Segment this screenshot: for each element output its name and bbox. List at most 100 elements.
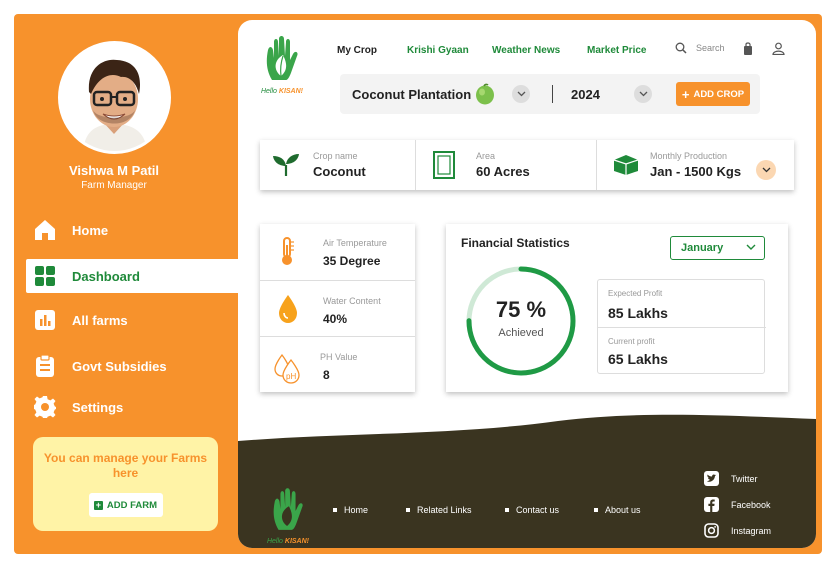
add-crop-button[interactable]: + ADD CROP	[676, 82, 750, 106]
social-facebook[interactable]: Facebook	[704, 497, 771, 512]
crop-name-value: Coconut	[313, 164, 366, 179]
ph-drops-icon: pH	[274, 353, 300, 384]
crop-selector-bar: Coconut Plantation 2024 + ADD CROP	[340, 74, 760, 114]
financial-statistics-title: Financial Statistics	[461, 236, 570, 250]
financial-statistics-card: Financial Statistics January 75 % Achiev…	[446, 224, 788, 392]
add-crop-label: ADD CROP	[693, 88, 745, 100]
bar-chart-icon	[32, 307, 58, 333]
monthly-production-section: Monthly Production Jan - 1500 Kgs	[597, 140, 794, 190]
plus-icon: +	[93, 499, 103, 510]
avatar[interactable]	[58, 41, 171, 154]
air-temperature-label: Air Temperature	[323, 238, 387, 248]
user-icon[interactable]	[772, 42, 785, 60]
water-content-value: 40%	[323, 312, 348, 326]
home-icon	[32, 217, 58, 243]
social-twitter[interactable]: Twitter	[704, 471, 758, 486]
footer-link-contact-us[interactable]: Contact us	[505, 505, 559, 515]
crop-select-value: Coconut Plantation	[352, 87, 472, 102]
brand-logo[interactable]: Hello KISAN!	[260, 36, 304, 95]
chevron-down-icon	[746, 244, 756, 250]
water-content-label: Water Content	[323, 296, 381, 306]
package-box-icon	[613, 155, 639, 175]
water-drop-icon	[279, 295, 297, 323]
user-name: Vishwa M Patil	[68, 163, 160, 178]
divider	[598, 327, 766, 328]
sprout-icon	[273, 154, 299, 176]
search-box[interactable]: Search	[675, 42, 725, 54]
area-label: Area	[476, 151, 496, 161]
nav-market-price[interactable]: Market Price	[587, 45, 646, 56]
footer-brand-text: Hello KISAN!	[266, 538, 310, 545]
divider	[260, 280, 415, 281]
nav-krishi-gyaan[interactable]: Krishi Gyaan	[407, 45, 469, 56]
profit-summary: Expected Profit 85 Lakhs Current profit …	[597, 279, 766, 374]
sidebar-item-label: Govt Subsidies	[72, 358, 167, 374]
sidebar-item-dashboard[interactable]: Dashboard	[26, 259, 238, 293]
water-content-row: Water Content 40%	[260, 282, 415, 338]
crop-name-section: Crop name Coconut	[260, 140, 415, 190]
footer: Hello KISAN! Home Related Links Contact …	[238, 413, 816, 548]
search-icon	[675, 42, 687, 54]
ph-value-value: 8	[323, 368, 330, 382]
footer-link-related-links[interactable]: Related Links	[406, 505, 472, 515]
nav-weather-news[interactable]: Weather News	[492, 45, 560, 56]
expected-profit-label: Expected Profit	[608, 289, 663, 298]
crop-info-card: Crop name Coconut Area 60 Acres Monthly …	[260, 140, 794, 190]
sidebar-item-label: Home	[72, 222, 109, 238]
footer-link-about-us[interactable]: About us	[594, 505, 641, 515]
thermometer-icon	[282, 237, 294, 265]
production-dropdown-chevron-icon[interactable]	[756, 160, 776, 180]
progress-caption: Achieved	[498, 327, 544, 339]
sidebar-item-label: Dashboard	[72, 268, 140, 284]
air-temperature-row: Air Temperature 35 Degree	[260, 224, 415, 280]
sidebar-item-govt-subsidies[interactable]: Govt Subsidies	[26, 349, 238, 383]
progress-percent: 75 %	[495, 297, 547, 322]
footer-brand-logo[interactable]: Hello KISAN!	[266, 488, 310, 545]
dashboard-icon	[32, 263, 58, 289]
sidebar-item-home[interactable]: Home	[26, 213, 238, 247]
sidebar-item-label: Settings	[72, 399, 124, 415]
cart-icon[interactable]	[743, 42, 753, 60]
add-farm-button[interactable]: + ADD FARM	[88, 493, 163, 517]
sidebar-item-all-farms[interactable]: All farms	[26, 303, 238, 337]
brand-text: Hello KISAN!	[260, 88, 304, 95]
divider	[552, 85, 553, 103]
twitter-icon	[704, 471, 719, 486]
clipboard-icon	[32, 353, 58, 379]
sidebar-item-settings[interactable]: Settings	[26, 390, 238, 424]
field-stats-card: Air Temperature 35 Degree Water Content …	[260, 224, 415, 392]
facebook-icon	[704, 497, 719, 512]
ph-value-row: pH PH Value 8	[260, 338, 415, 394]
month-select-value: January	[681, 242, 724, 254]
expected-profit-value: 85 Lakhs	[608, 305, 668, 321]
year-select-value: 2024	[571, 87, 600, 102]
hand-leaf-icon	[266, 36, 298, 80]
hand-leaf-icon	[273, 488, 303, 530]
land-area-icon	[433, 151, 455, 179]
user-role: Farm Manager	[81, 180, 147, 191]
coconut-icon	[476, 83, 494, 105]
crop-dropdown-chevron-icon[interactable]	[512, 85, 530, 103]
profit-progress-ring: 75 % Achieved	[464, 264, 578, 378]
svg-text:pH: pH	[286, 372, 296, 381]
promo-text: You can manage your Farms here	[43, 451, 208, 480]
plus-icon: +	[681, 86, 690, 102]
footer-link-home[interactable]: Home	[333, 505, 368, 515]
divider	[260, 336, 415, 337]
air-temperature-value: 35 Degree	[323, 254, 381, 268]
search-placeholder: Search	[696, 43, 725, 53]
social-instagram[interactable]: Instagram	[704, 523, 771, 538]
nav-my-crop[interactable]: My Crop	[337, 45, 377, 56]
current-profit-value: 65 Lakhs	[608, 351, 668, 367]
sidebar-item-label: All farms	[72, 312, 128, 328]
main-panel: Hello KISAN! My Crop Krishi Gyaan Weathe…	[238, 20, 816, 548]
crop-name-label: Crop name	[313, 151, 358, 161]
year-dropdown-chevron-icon[interactable]	[634, 85, 652, 103]
current-profit-label: Current profit	[608, 337, 655, 346]
area-section: Area 60 Acres	[416, 140, 596, 190]
area-value: 60 Acres	[476, 164, 530, 179]
instagram-icon	[704, 523, 719, 538]
monthly-production-label: Monthly Production	[650, 151, 728, 161]
add-farm-label: ADD FARM	[106, 499, 158, 511]
month-select[interactable]: January	[670, 236, 765, 260]
